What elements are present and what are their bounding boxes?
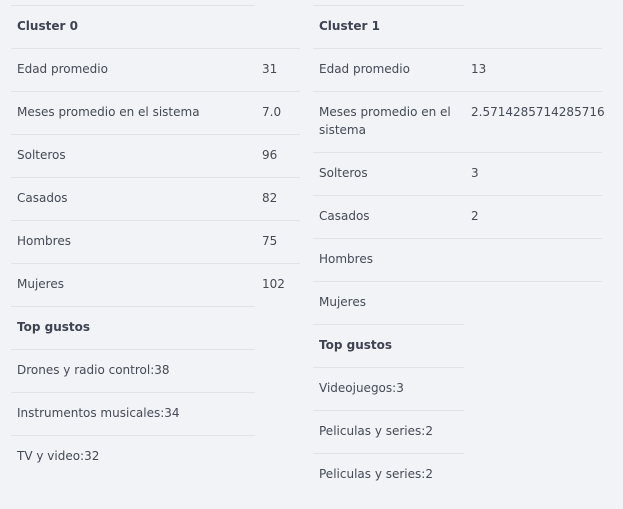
stat-label: Meses promedio en el sistema xyxy=(17,105,200,119)
stat-row-meses: Meses promedio en el sistema 2.571428571… xyxy=(313,92,605,153)
stat-value: 2.5714285714285716 xyxy=(471,105,605,119)
stat-row-mujeres: Mujeres xyxy=(313,282,464,325)
stat-row-solteros: Solteros 3 xyxy=(313,153,602,196)
list-item: Drones y radio control:38 xyxy=(11,350,255,393)
gusto-label: TV y video:32 xyxy=(17,449,100,463)
stat-row-casados: Casados 2 xyxy=(313,196,602,239)
stat-row-solteros: Solteros 96 xyxy=(11,135,300,178)
gusto-label: Drones y radio control:38 xyxy=(17,363,170,377)
stat-label: Hombres xyxy=(17,234,71,248)
cluster-title-row: Cluster 1 xyxy=(313,6,602,49)
stat-label: Solteros xyxy=(17,148,66,162)
gusto-label: Peliculas y series:2 xyxy=(319,424,433,438)
stat-label: Casados xyxy=(319,209,370,223)
gusto-label: Videojuegos:3 xyxy=(319,381,404,395)
cluster-title: Cluster 1 xyxy=(319,19,380,33)
list-item: Peliculas y series:2 xyxy=(313,411,464,454)
gustos-title: Top gustos xyxy=(319,338,393,352)
list-item: Videojuegos:3 xyxy=(313,368,464,411)
stat-value: 82 xyxy=(262,191,278,205)
stat-row-hombres: Hombres xyxy=(313,239,602,282)
gusto-label: Instrumentos musicales:34 xyxy=(17,406,180,420)
gustos-title-row: Top gustos xyxy=(313,325,464,368)
stat-label: Edad promedio xyxy=(319,62,410,76)
stat-label: Meses promedio en el sistema xyxy=(319,105,451,137)
list-item: Instrumentos musicales:34 xyxy=(11,393,255,436)
stat-value: 75 xyxy=(262,234,278,248)
stat-label: Mujeres xyxy=(319,295,366,309)
stat-value: 102 xyxy=(262,277,285,291)
cluster-title-row: Cluster 0 xyxy=(11,6,300,49)
stat-value: 3 xyxy=(471,166,479,180)
stat-label: Solteros xyxy=(319,166,368,180)
stat-label: Casados xyxy=(17,191,68,205)
stat-value: 7.0 xyxy=(262,105,282,119)
stat-label: Edad promedio xyxy=(17,62,108,76)
gustos-title-row: Top gustos xyxy=(11,307,255,350)
stat-value: 2 xyxy=(471,209,479,223)
gusto-label: Peliculas y series:2 xyxy=(319,467,433,481)
stat-label: Mujeres xyxy=(17,277,64,291)
stat-row-hombres: Hombres 75 xyxy=(11,221,300,264)
stat-row-edad: Edad promedio 13 xyxy=(313,49,602,92)
cluster-title: Cluster 0 xyxy=(17,19,78,33)
stat-value: 13 xyxy=(471,62,487,76)
stat-label: Hombres xyxy=(319,252,373,266)
list-item: Peliculas y series:2 xyxy=(313,454,464,497)
stat-row-edad: Edad promedio 31 xyxy=(11,49,300,92)
gustos-title: Top gustos xyxy=(17,320,91,334)
stat-value: 31 xyxy=(262,62,278,76)
stat-value: 96 xyxy=(262,148,278,162)
stat-row-mujeres: Mujeres 102 xyxy=(11,264,285,307)
list-item: TV y video:32 xyxy=(11,436,255,479)
stat-row-casados: Casados 82 xyxy=(11,178,300,221)
stat-row-meses: Meses promedio en el sistema 7.0 xyxy=(11,92,300,135)
